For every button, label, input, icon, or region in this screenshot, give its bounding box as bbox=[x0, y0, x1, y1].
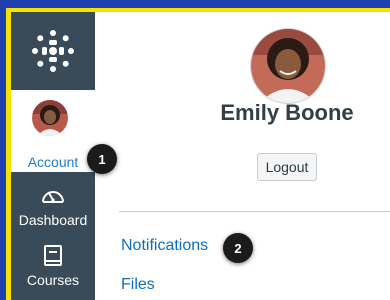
book-icon bbox=[44, 245, 62, 266]
global-nav: Account Dashboard Courses bbox=[11, 12, 95, 300]
nav-item-account[interactable]: Account bbox=[11, 90, 95, 172]
speedometer-icon bbox=[42, 191, 64, 203]
divider bbox=[119, 211, 390, 212]
canvas-logo[interactable] bbox=[11, 12, 95, 90]
files-link[interactable]: Files bbox=[121, 276, 155, 294]
callout-badge-2: 2 bbox=[223, 233, 253, 263]
logout-button[interactable]: Logout bbox=[257, 153, 317, 181]
nav-account-label: Account bbox=[27, 154, 79, 170]
notifications-link[interactable]: Notifications bbox=[121, 237, 208, 255]
canvas-logo-icon bbox=[32, 30, 74, 72]
nav-item-label: Dashboard bbox=[18, 212, 88, 228]
nav-item-courses[interactable]: Courses bbox=[11, 238, 95, 298]
callout-badge-1: 1 bbox=[87, 144, 117, 174]
nav-item-label: Courses bbox=[26, 272, 80, 288]
nav-avatar bbox=[32, 100, 68, 136]
profile-avatar bbox=[250, 28, 326, 104]
nav-item-dashboard[interactable]: Dashboard bbox=[11, 178, 95, 238]
canvas-app: Account Dashboard Courses Emily Boone Lo… bbox=[11, 12, 390, 300]
user-name: Emily Boone bbox=[220, 100, 354, 125]
